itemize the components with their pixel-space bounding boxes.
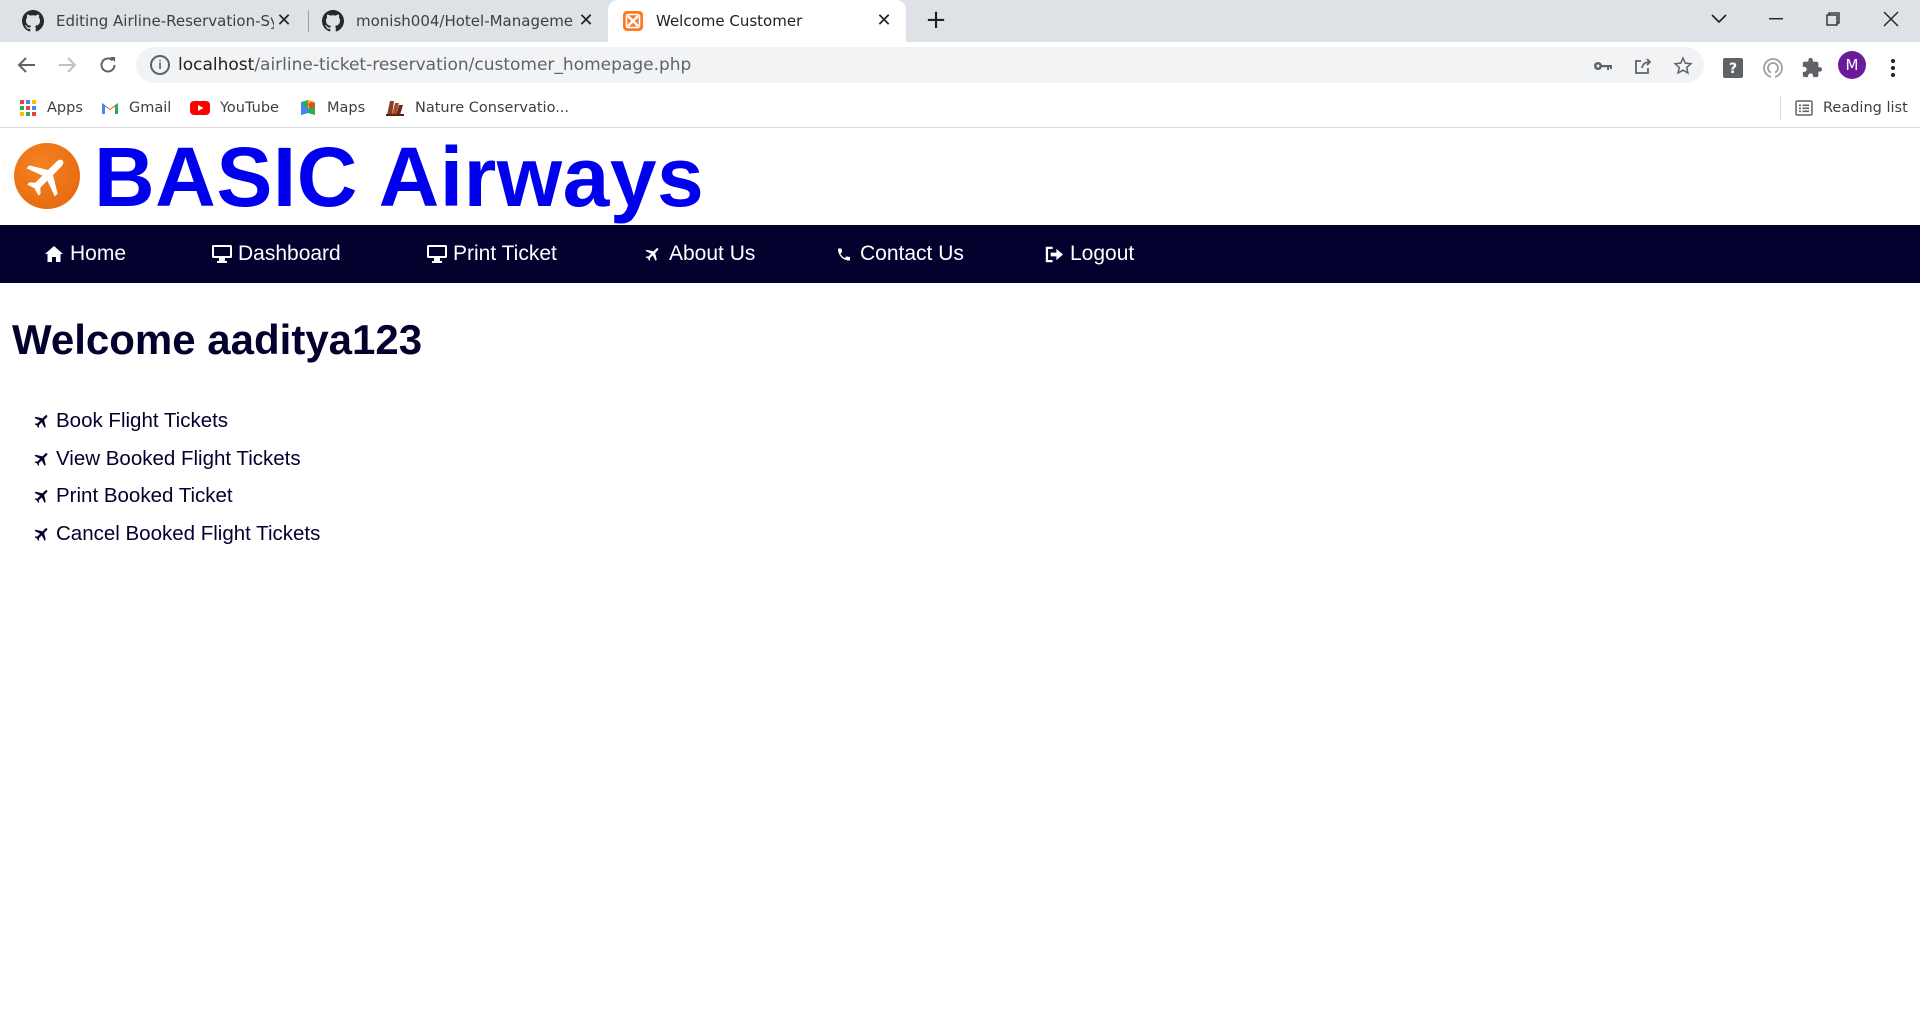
nature-conservation-icon xyxy=(386,101,404,116)
key-icon[interactable] xyxy=(1592,55,1614,77)
tab-github-hotel[interactable]: monish004/Hotel-Management-S ✕ xyxy=(308,0,608,42)
bookmark-nature-conservation[interactable]: Nature Conservatio... xyxy=(385,98,569,118)
nav-label: Logout xyxy=(1070,242,1135,265)
share-icon[interactable] xyxy=(1632,55,1654,77)
nav-home[interactable]: Home xyxy=(44,225,126,283)
bookmark-gmail[interactable]: Gmail xyxy=(101,98,171,118)
browser-toolbar: i localhost/airline-ticket-reservation/c… xyxy=(0,42,1920,88)
desktop-icon xyxy=(427,244,447,264)
list-item-label: View Booked Flight Tickets xyxy=(56,446,301,470)
nav-label: Print Ticket xyxy=(453,242,557,265)
extension-circle-icon[interactable] xyxy=(1759,54,1787,82)
restore-icon[interactable] xyxy=(1818,4,1848,34)
xampp-icon xyxy=(623,11,643,31)
bookmark-label: YouTube xyxy=(220,100,279,116)
plane-icon xyxy=(34,414,48,428)
reading-list-icon xyxy=(1795,100,1813,116)
reading-list-button[interactable]: Reading list xyxy=(1795,98,1908,118)
main-navigation: Home Dashboard Print Ticket About Us Con… xyxy=(0,225,1920,283)
nav-label: Contact Us xyxy=(860,242,964,265)
close-icon[interactable]: ✕ xyxy=(874,11,894,31)
forward-arrow-icon[interactable] xyxy=(52,50,82,80)
url-text: localhost/airline-ticket-reservation/cus… xyxy=(178,55,691,75)
list-item-label: Print Booked Ticket xyxy=(56,484,233,508)
url-path: /airline-ticket-reservation/customer_hom… xyxy=(254,55,692,75)
bookmark-label: Apps xyxy=(47,100,83,116)
tab-welcome-customer[interactable]: Welcome Customer ✕ xyxy=(608,0,906,42)
site-title: BASIC Airways xyxy=(94,130,705,224)
svg-text:?: ? xyxy=(1729,61,1737,77)
apps-grid-icon xyxy=(20,100,36,116)
youtube-icon xyxy=(190,101,210,115)
bookmark-maps[interactable]: Maps xyxy=(299,98,365,118)
new-tab-button[interactable]: + xyxy=(922,7,950,35)
bookmark-label: Maps xyxy=(327,100,366,116)
nav-contact-us[interactable]: Contact Us xyxy=(834,225,964,283)
kebab-menu-icon[interactable] xyxy=(1879,54,1907,82)
back-arrow-icon[interactable] xyxy=(12,50,42,80)
bookmarks-divider xyxy=(1780,96,1781,120)
book-flight-tickets-link[interactable]: Book Flight Tickets xyxy=(33,402,320,440)
nav-label: Home xyxy=(70,242,127,265)
url-host: localhost xyxy=(178,55,255,75)
tab-github-editing[interactable]: Editing Airline-Reservation-Syste ✕ xyxy=(0,0,306,42)
site-header: BASIC Airways xyxy=(0,129,1920,225)
phone-icon xyxy=(834,244,854,264)
nav-print-ticket[interactable]: Print Ticket xyxy=(427,225,557,283)
welcome-heading: Welcome aaditya123 xyxy=(12,316,423,363)
address-bar[interactable]: i localhost/airline-ticket-reservation/c… xyxy=(136,47,1704,83)
profile-avatar[interactable]: M xyxy=(1838,51,1866,79)
close-icon[interactable]: ✕ xyxy=(274,11,294,31)
maps-icon xyxy=(301,100,315,115)
plane-icon xyxy=(34,490,48,504)
desktop-icon xyxy=(212,244,232,264)
print-booked-ticket-link[interactable]: Print Booked Ticket xyxy=(33,477,320,515)
bookmark-youtube[interactable]: YouTube xyxy=(190,98,279,118)
github-icon xyxy=(322,10,344,32)
nav-logout[interactable]: Logout xyxy=(1044,225,1134,283)
site-info-icon[interactable]: i xyxy=(150,55,170,75)
reload-icon[interactable] xyxy=(93,50,123,80)
bookmarks-bar: Apps Gmail YouTube Maps Nature Conservat… xyxy=(0,88,1920,128)
plane-icon xyxy=(34,528,48,541)
sign-out-icon xyxy=(1044,244,1064,264)
nav-label: About Us xyxy=(669,242,756,265)
list-item-label: Book Flight Tickets xyxy=(56,408,229,432)
github-icon xyxy=(22,10,44,32)
cancel-booked-flight-tickets-link[interactable]: Cancel Booked Flight Tickets xyxy=(33,515,320,553)
close-icon[interactable]: ✕ xyxy=(576,11,596,31)
customer-actions-list: Book Flight Tickets View Booked Flight T… xyxy=(33,402,320,553)
bookmark-label: Gmail xyxy=(129,100,172,116)
bookmark-label: Nature Conservatio... xyxy=(415,100,570,116)
view-booked-flight-tickets-link[interactable]: View Booked Flight Tickets xyxy=(33,440,320,478)
gmail-icon xyxy=(102,103,118,114)
nav-dashboard[interactable]: Dashboard xyxy=(212,225,341,283)
tab-title: Welcome Customer xyxy=(656,12,803,30)
bookmark-apps[interactable]: Apps xyxy=(19,98,83,118)
extensions-puzzle-icon[interactable] xyxy=(1798,54,1826,82)
plane-icon xyxy=(34,452,48,466)
tab-search-icon[interactable] xyxy=(1704,4,1734,34)
extension-help-icon[interactable]: ? xyxy=(1719,54,1747,82)
airplane-logo-icon xyxy=(14,143,80,209)
list-item-label: Cancel Booked Flight Tickets xyxy=(56,521,321,545)
tab-strip: Editing Airline-Reservation-Syste ✕ moni… xyxy=(0,0,1920,42)
tab-title: Editing Airline-Reservation-Syste xyxy=(56,12,274,30)
nav-label: Dashboard xyxy=(238,242,341,265)
plane-icon xyxy=(643,244,663,264)
bookmark-star-icon[interactable] xyxy=(1672,55,1694,77)
minimize-icon[interactable] xyxy=(1761,4,1791,34)
tab-title: monish004/Hotel-Management-S xyxy=(356,12,574,30)
close-window-icon[interactable] xyxy=(1876,4,1906,34)
nav-about-us[interactable]: About Us xyxy=(643,225,755,283)
home-icon xyxy=(44,244,64,264)
reading-list-label: Reading list xyxy=(1823,100,1908,116)
